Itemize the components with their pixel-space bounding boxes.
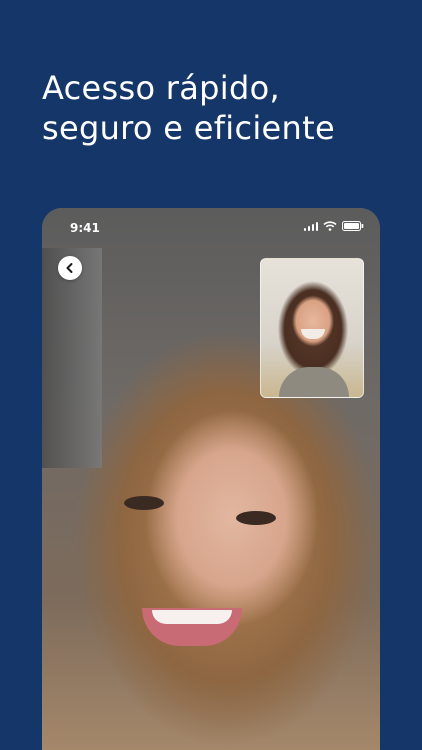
self-view-shirt <box>279 367 349 397</box>
cellular-signal-icon <box>303 221 318 231</box>
back-button[interactable] <box>58 256 82 280</box>
left-eye <box>124 496 164 510</box>
self-view-video[interactable] <box>260 258 364 398</box>
headline-line-1: Acesso rápido, <box>42 69 280 107</box>
wifi-icon <box>323 221 337 231</box>
battery-icon <box>342 221 364 231</box>
status-icons <box>303 221 365 231</box>
status-time: 9:41 <box>70 221 100 235</box>
teeth <box>152 610 232 624</box>
headline: Acesso rápido, seguro e eficiente <box>42 68 402 148</box>
headline-line-2: seguro e eficiente <box>42 109 335 147</box>
app-store-screenshot: Acesso rápido, seguro e eficiente 9:41 <box>0 0 422 750</box>
phone-mockup: 9:41 <box>42 208 380 750</box>
self-view-smile <box>301 329 325 339</box>
chevron-left-icon <box>66 263 73 273</box>
status-bar: 9:41 <box>42 208 380 248</box>
background-doorway <box>42 248 102 468</box>
right-eye <box>236 511 276 525</box>
